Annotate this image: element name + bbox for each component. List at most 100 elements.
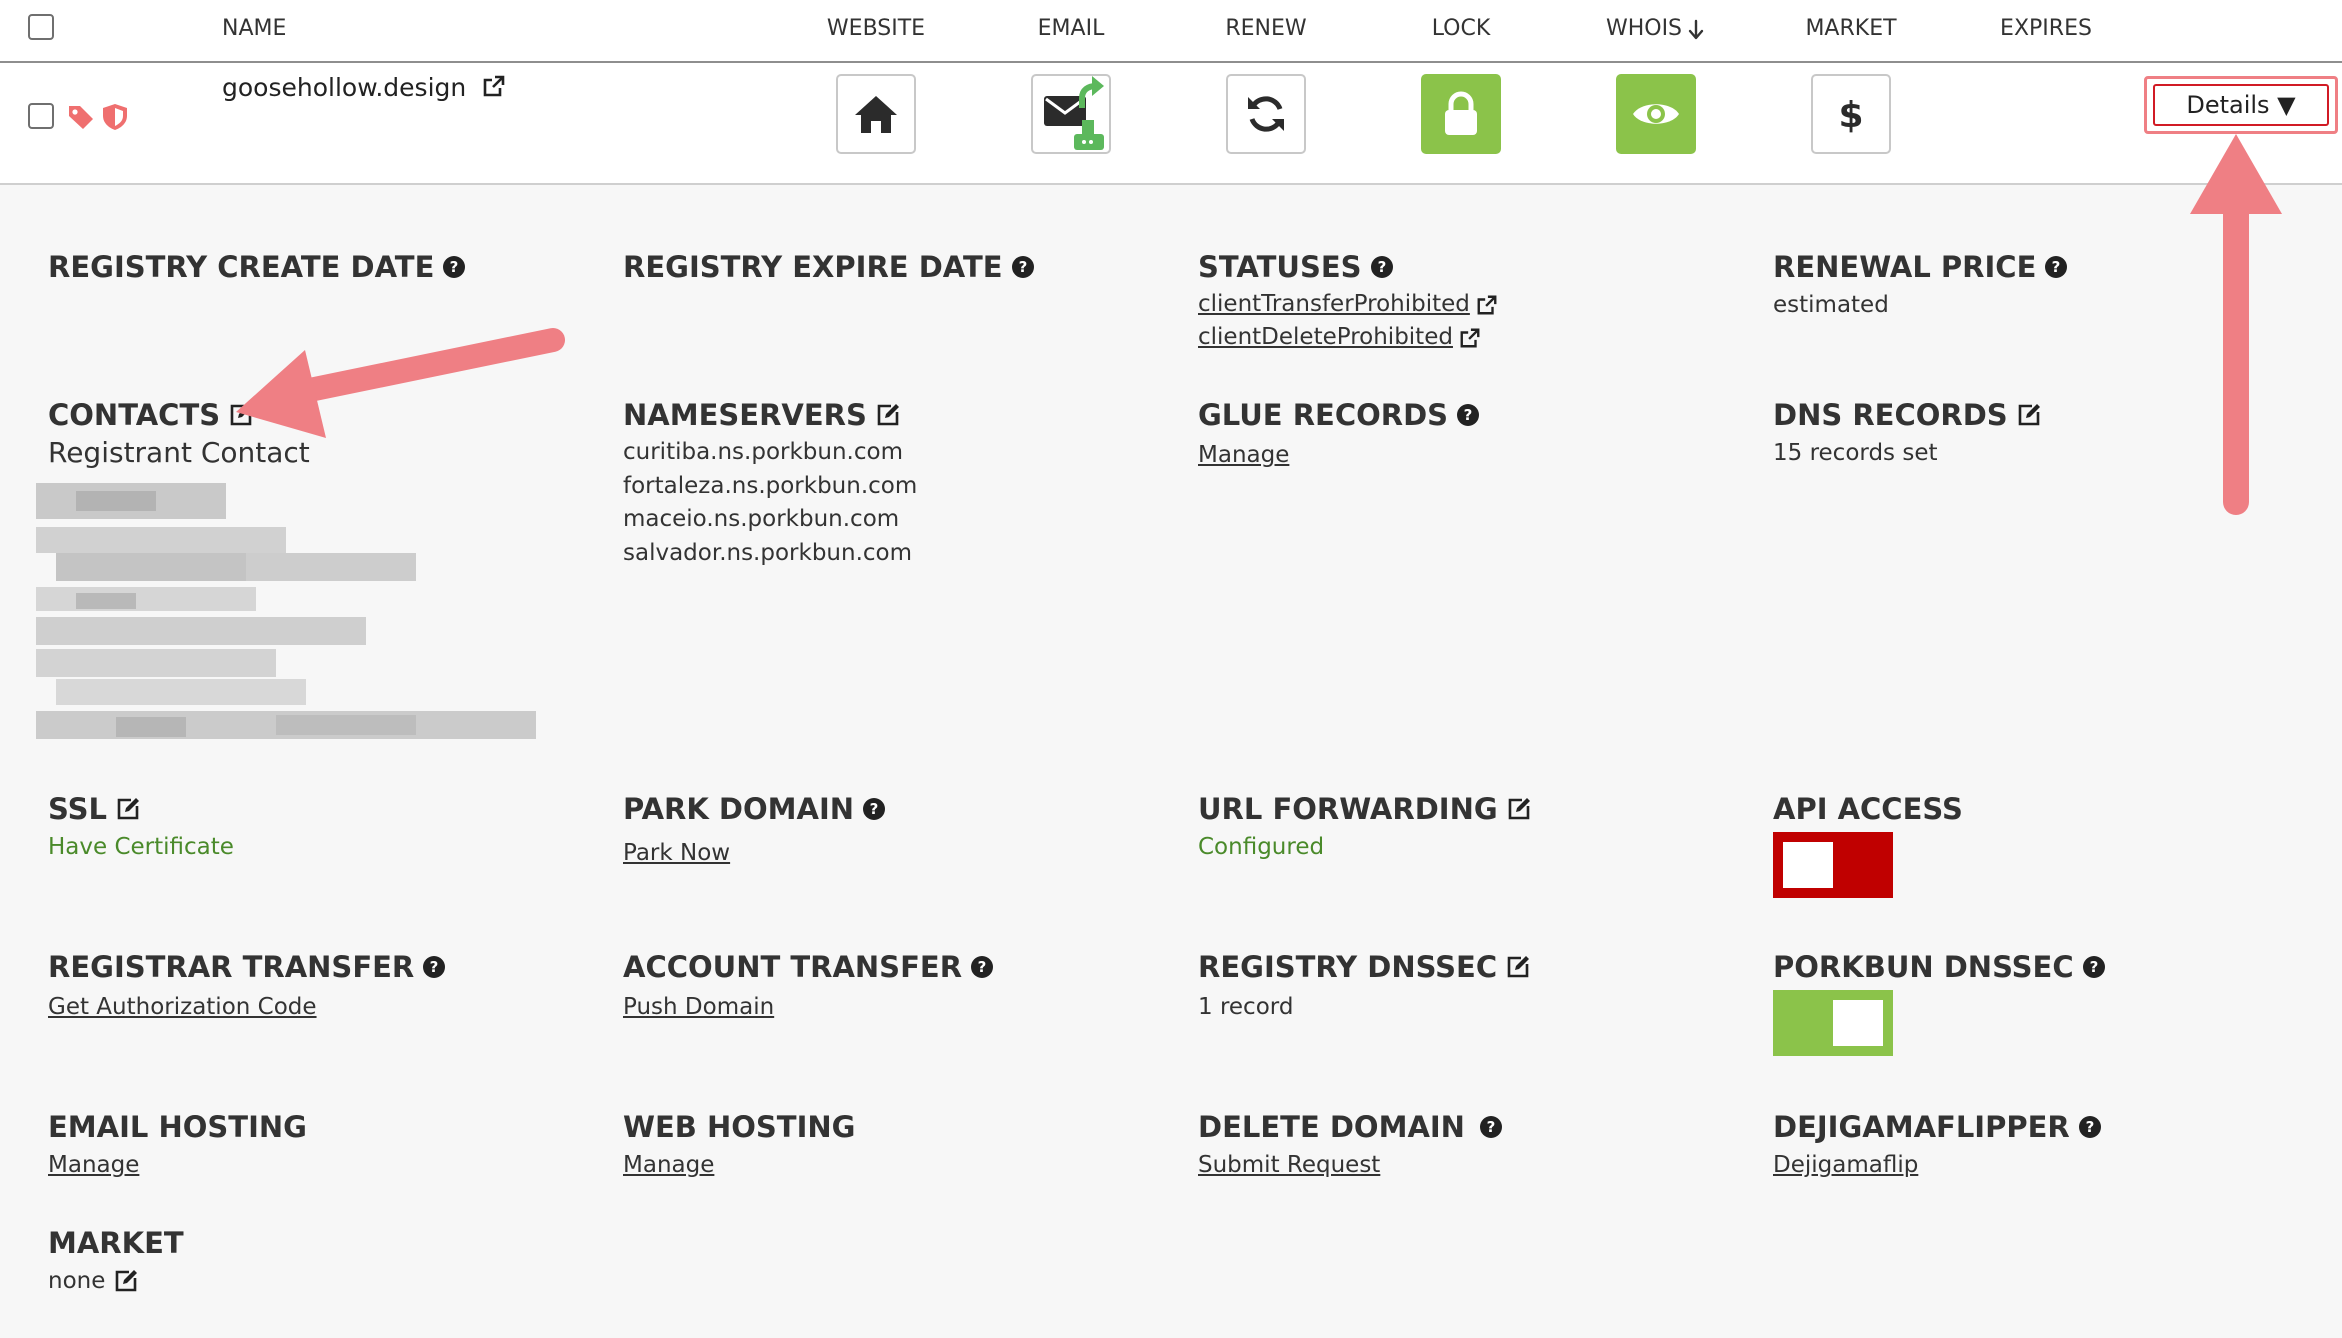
edit-icon[interactable] <box>875 402 901 428</box>
table-header: NAME WEBSITE EMAIL RENEW LOCK WHOIS MARK… <box>0 0 2342 63</box>
help-icon[interactable]: ? <box>862 797 886 821</box>
column-name[interactable]: NAME <box>222 0 286 58</box>
help-icon[interactable]: ? <box>1479 1115 1503 1139</box>
porkbun-dnssec-label: PORKBUN DNSSEC <box>1773 950 2074 984</box>
column-expires[interactable]: EXPIRES <box>2000 0 2092 58</box>
market-label: MARKET <box>48 1226 184 1260</box>
help-icon[interactable]: ? <box>2044 255 2068 279</box>
registrar-transfer-cell: REGISTRAR TRANSFER ? Get Authorization C… <box>48 950 608 1024</box>
status-value[interactable]: clientTransferProhibited <box>1198 288 1470 321</box>
market-value: none <box>48 1268 106 1294</box>
ssl-heading: SSL <box>48 792 608 826</box>
registry-dnssec-value: 1 record <box>1198 994 1294 1020</box>
whois-button[interactable] <box>1616 74 1696 154</box>
dejigamaflipper-label: DEJIGAMAFLIPPER <box>1773 1110 2070 1144</box>
porkbun-dnssec-toggle[interactable] <box>1773 990 1893 1056</box>
domain-table: NAME WEBSITE EMAIL RENEW LOCK WHOIS MARK… <box>0 0 2342 185</box>
website-button[interactable] <box>836 74 916 154</box>
column-renew[interactable]: RENEW <box>1225 0 1306 58</box>
edit-icon[interactable] <box>113 1268 139 1294</box>
api-access-toggle[interactable] <box>1773 832 1893 898</box>
details-button[interactable]: Details ▼ <box>2153 84 2329 126</box>
glue-records-label: GLUE RECORDS <box>1198 398 1449 432</box>
help-icon[interactable]: ? <box>442 255 466 279</box>
glue-records-manage-link[interactable]: Manage <box>1198 438 1758 472</box>
lock-button[interactable] <box>1421 74 1501 154</box>
help-icon[interactable]: ? <box>422 955 446 979</box>
api-access-label: API ACCESS <box>1773 792 1963 826</box>
redaction-block <box>36 617 366 645</box>
help-icon[interactable]: ? <box>2078 1115 2102 1139</box>
redaction-block <box>276 715 416 735</box>
ssl-cell: SSL Have Certificate <box>48 792 608 864</box>
registry-dnssec-heading: REGISTRY DNSSEC <box>1198 950 1758 984</box>
web-hosting-manage-link[interactable]: Manage <box>623 1148 1183 1182</box>
column-lock[interactable]: LOCK <box>1432 0 1491 58</box>
edit-icon[interactable] <box>115 796 141 822</box>
ssl-label: SSL <box>48 792 107 826</box>
glue-records-heading: GLUE RECORDS ? <box>1198 398 1758 432</box>
dejigamaflip-link[interactable]: Dejigamaflip <box>1773 1148 2333 1182</box>
statuses-cell: STATUSES ? clientTransferProhibited clie… <box>1198 250 1758 354</box>
svg-text:?: ? <box>2052 258 2061 276</box>
help-icon[interactable]: ? <box>970 955 994 979</box>
arrow-down-icon <box>1688 19 1704 40</box>
registry-dnssec-cell: REGISTRY DNSSEC 1 record <box>1198 950 1758 1024</box>
submit-request-link[interactable]: Submit Request <box>1198 1148 1758 1182</box>
api-access-heading: API ACCESS <box>1773 792 2333 826</box>
help-icon[interactable]: ? <box>1011 255 1035 279</box>
renew-button[interactable] <box>1226 74 1306 154</box>
nameserver-item: fortaleza.ns.porkbun.com <box>623 472 918 499</box>
row-checkbox[interactable] <box>28 103 54 129</box>
nameserver-item: curitiba.ns.porkbun.com <box>623 439 903 465</box>
svg-text:?: ? <box>450 258 459 276</box>
nameserver-item: maceio.ns.porkbun.com <box>623 506 900 532</box>
registry-create-date-label: REGISTRY CREATE DATE <box>48 250 435 284</box>
dns-records-label: DNS RECORDS <box>1773 398 2008 432</box>
column-whois[interactable]: WHOIS <box>1606 0 1682 58</box>
external-link-icon[interactable] <box>1459 327 1481 349</box>
help-icon[interactable]: ? <box>1456 403 1480 427</box>
email-button[interactable] <box>1031 74 1111 154</box>
help-icon[interactable]: ? <box>1370 255 1394 279</box>
nameservers-label: NAMESERVERS <box>623 398 867 432</box>
domain-name-link[interactable]: goosehollow.design <box>222 73 506 102</box>
status-link[interactable]: clientDeleteProhibited <box>1198 321 1758 354</box>
status-link[interactable]: clientTransferProhibited <box>1198 288 1758 321</box>
column-website[interactable]: WEBSITE <box>827 0 925 58</box>
redaction-block <box>36 587 256 611</box>
push-domain-link[interactable]: Push Domain <box>623 990 1183 1024</box>
status-value[interactable]: clientDeleteProhibited <box>1198 321 1453 354</box>
park-now-link[interactable]: Park Now <box>623 836 1183 870</box>
edit-icon[interactable] <box>228 402 254 428</box>
column-email[interactable]: EMAIL <box>1038 0 1105 58</box>
external-link-icon[interactable] <box>482 74 506 98</box>
ssl-status: Have Certificate <box>48 834 234 860</box>
email-hosting-label: EMAIL HOSTING <box>48 1110 307 1144</box>
edit-icon[interactable] <box>1505 954 1531 980</box>
tag-icon[interactable] <box>66 103 96 131</box>
renewal-price-cell: RENEWAL PRICE ? estimated <box>1773 250 2333 322</box>
contacts-cell: CONTACTS Registrant Contact <box>48 398 608 470</box>
registrar-transfer-heading: REGISTRAR TRANSFER ? <box>48 950 608 984</box>
edit-icon[interactable] <box>2016 402 2042 428</box>
email-hosting-manage-link[interactable]: Manage <box>48 1148 608 1182</box>
dejigamaflipper-cell: DEJIGAMAFLIPPER ? Dejigamaflip <box>1773 1110 2333 1182</box>
details-highlight: Details ▼ <box>2144 76 2338 134</box>
external-link-icon[interactable] <box>1476 294 1498 316</box>
domain-name[interactable]: goosehollow.design <box>222 73 466 102</box>
toggle-knob <box>1783 842 1833 888</box>
porkbun-dnssec-heading: PORKBUN DNSSEC ? <box>1773 950 2333 984</box>
select-all-checkbox[interactable] <box>28 14 54 40</box>
help-icon[interactable]: ? <box>2082 955 2106 979</box>
shield-icon[interactable] <box>100 102 130 132</box>
get-authorization-code-link[interactable]: Get Authorization Code <box>48 990 608 1024</box>
delete-domain-heading: DELETE DOMAIN ? <box>1198 1110 1758 1144</box>
column-market[interactable]: MARKET <box>1805 0 1896 58</box>
redacted-contact-details <box>36 483 536 763</box>
account-transfer-cell: ACCOUNT TRANSFER ? Push Domain <box>623 950 1183 1024</box>
market-button[interactable]: $ <box>1811 74 1891 154</box>
svg-text:?: ? <box>2085 1118 2094 1136</box>
edit-icon[interactable] <box>1506 796 1532 822</box>
market-heading: MARKET <box>48 1226 608 1260</box>
